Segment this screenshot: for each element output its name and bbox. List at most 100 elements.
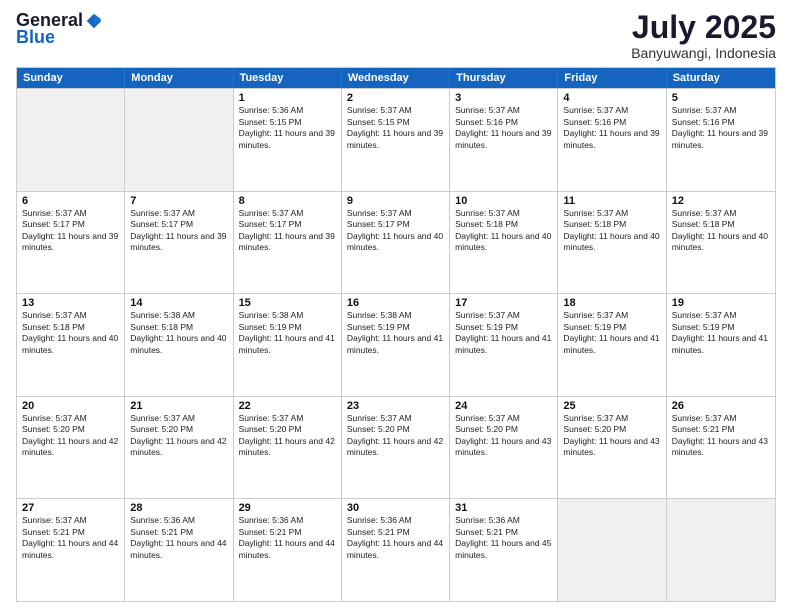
calendar-row: 13Sunrise: 5:37 AM Sunset: 5:18 PM Dayli… bbox=[17, 293, 775, 396]
cell-info: Sunrise: 5:37 AM Sunset: 5:18 PM Dayligh… bbox=[455, 208, 552, 254]
cell-info: Sunrise: 5:37 AM Sunset: 5:16 PM Dayligh… bbox=[672, 105, 770, 151]
cell-info: Sunrise: 5:37 AM Sunset: 5:17 PM Dayligh… bbox=[239, 208, 336, 254]
cell-info: Sunrise: 5:37 AM Sunset: 5:20 PM Dayligh… bbox=[455, 413, 552, 459]
calendar-cell: 14Sunrise: 5:38 AM Sunset: 5:18 PM Dayli… bbox=[125, 294, 233, 396]
logo: General Blue bbox=[16, 10, 103, 48]
cell-info: Sunrise: 5:37 AM Sunset: 5:20 PM Dayligh… bbox=[563, 413, 660, 459]
day-number: 22 bbox=[239, 400, 336, 412]
day-number: 15 bbox=[239, 297, 336, 309]
day-number: 16 bbox=[347, 297, 444, 309]
calendar-cell: 19Sunrise: 5:37 AM Sunset: 5:19 PM Dayli… bbox=[667, 294, 775, 396]
day-number: 29 bbox=[239, 502, 336, 514]
calendar-cell bbox=[17, 89, 125, 191]
calendar-row: 1Sunrise: 5:36 AM Sunset: 5:15 PM Daylig… bbox=[17, 88, 775, 191]
cell-info: Sunrise: 5:37 AM Sunset: 5:18 PM Dayligh… bbox=[22, 310, 119, 356]
calendar-cell: 2Sunrise: 5:37 AM Sunset: 5:15 PM Daylig… bbox=[342, 89, 450, 191]
calendar-cell: 30Sunrise: 5:36 AM Sunset: 5:21 PM Dayli… bbox=[342, 499, 450, 601]
calendar-cell: 16Sunrise: 5:38 AM Sunset: 5:19 PM Dayli… bbox=[342, 294, 450, 396]
calendar-cell: 8Sunrise: 5:37 AM Sunset: 5:17 PM Daylig… bbox=[234, 192, 342, 294]
day-number: 26 bbox=[672, 400, 770, 412]
calendar-row: 27Sunrise: 5:37 AM Sunset: 5:21 PM Dayli… bbox=[17, 498, 775, 601]
page: General Blue July 2025 Banyuwangi, Indon… bbox=[0, 0, 792, 612]
day-number: 12 bbox=[672, 195, 770, 207]
day-number: 21 bbox=[130, 400, 227, 412]
cell-info: Sunrise: 5:37 AM Sunset: 5:19 PM Dayligh… bbox=[563, 310, 660, 356]
cell-info: Sunrise: 5:37 AM Sunset: 5:20 PM Dayligh… bbox=[347, 413, 444, 459]
calendar-header-cell: Friday bbox=[558, 68, 666, 88]
calendar-cell: 3Sunrise: 5:37 AM Sunset: 5:16 PM Daylig… bbox=[450, 89, 558, 191]
day-number: 3 bbox=[455, 92, 552, 104]
day-number: 27 bbox=[22, 502, 119, 514]
day-number: 19 bbox=[672, 297, 770, 309]
calendar-cell: 1Sunrise: 5:36 AM Sunset: 5:15 PM Daylig… bbox=[234, 89, 342, 191]
calendar-cell: 28Sunrise: 5:36 AM Sunset: 5:21 PM Dayli… bbox=[125, 499, 233, 601]
calendar-header-cell: Sunday bbox=[17, 68, 125, 88]
cell-info: Sunrise: 5:37 AM Sunset: 5:19 PM Dayligh… bbox=[455, 310, 552, 356]
location: Banyuwangi, Indonesia bbox=[631, 45, 776, 61]
calendar-header-cell: Saturday bbox=[667, 68, 775, 88]
calendar-cell: 10Sunrise: 5:37 AM Sunset: 5:18 PM Dayli… bbox=[450, 192, 558, 294]
calendar-cell: 21Sunrise: 5:37 AM Sunset: 5:20 PM Dayli… bbox=[125, 397, 233, 499]
day-number: 23 bbox=[347, 400, 444, 412]
day-number: 28 bbox=[130, 502, 227, 514]
calendar-header-cell: Monday bbox=[125, 68, 233, 88]
cell-info: Sunrise: 5:37 AM Sunset: 5:18 PM Dayligh… bbox=[563, 208, 660, 254]
cell-info: Sunrise: 5:37 AM Sunset: 5:21 PM Dayligh… bbox=[22, 515, 119, 561]
calendar-cell: 20Sunrise: 5:37 AM Sunset: 5:20 PM Dayli… bbox=[17, 397, 125, 499]
day-number: 17 bbox=[455, 297, 552, 309]
cell-info: Sunrise: 5:37 AM Sunset: 5:17 PM Dayligh… bbox=[347, 208, 444, 254]
day-number: 14 bbox=[130, 297, 227, 309]
calendar-cell: 26Sunrise: 5:37 AM Sunset: 5:21 PM Dayli… bbox=[667, 397, 775, 499]
header: General Blue July 2025 Banyuwangi, Indon… bbox=[16, 10, 776, 61]
calendar-cell bbox=[667, 499, 775, 601]
day-number: 25 bbox=[563, 400, 660, 412]
calendar-cell: 4Sunrise: 5:37 AM Sunset: 5:16 PM Daylig… bbox=[558, 89, 666, 191]
day-number: 30 bbox=[347, 502, 444, 514]
day-number: 8 bbox=[239, 195, 336, 207]
day-number: 9 bbox=[347, 195, 444, 207]
calendar-cell: 24Sunrise: 5:37 AM Sunset: 5:20 PM Dayli… bbox=[450, 397, 558, 499]
cell-info: Sunrise: 5:36 AM Sunset: 5:21 PM Dayligh… bbox=[347, 515, 444, 561]
cell-info: Sunrise: 5:37 AM Sunset: 5:16 PM Dayligh… bbox=[455, 105, 552, 151]
day-number: 2 bbox=[347, 92, 444, 104]
calendar-header-cell: Tuesday bbox=[234, 68, 342, 88]
calendar-cell: 6Sunrise: 5:37 AM Sunset: 5:17 PM Daylig… bbox=[17, 192, 125, 294]
calendar-row: 6Sunrise: 5:37 AM Sunset: 5:17 PM Daylig… bbox=[17, 191, 775, 294]
day-number: 20 bbox=[22, 400, 119, 412]
calendar-cell bbox=[558, 499, 666, 601]
calendar-cell: 27Sunrise: 5:37 AM Sunset: 5:21 PM Dayli… bbox=[17, 499, 125, 601]
calendar-body: 1Sunrise: 5:36 AM Sunset: 5:15 PM Daylig… bbox=[17, 88, 775, 601]
day-number: 7 bbox=[130, 195, 227, 207]
cell-info: Sunrise: 5:37 AM Sunset: 5:21 PM Dayligh… bbox=[672, 413, 770, 459]
title-block: July 2025 Banyuwangi, Indonesia bbox=[631, 10, 776, 61]
calendar-row: 20 Sunrise: 5:37 AM Sunset: 5:20 PM Dayli… bbox=[17, 396, 775, 499]
cell-info: Sunrise: 5:37 AM Sunset: 5:20 PM Dayligh… bbox=[130, 413, 227, 459]
cell-info: Sunrise: 5:38 AM Sunset: 5:18 PM Dayligh… bbox=[130, 310, 227, 356]
calendar-cell: 22Sunrise: 5:37 AM Sunset: 5:20 PM Dayli… bbox=[234, 397, 342, 499]
calendar-cell: 31Sunrise: 5:36 AM Sunset: 5:21 PM Dayli… bbox=[450, 499, 558, 601]
cell-info: Sunrise: 5:37 AM Sunset: 5:17 PM Dayligh… bbox=[22, 208, 119, 254]
calendar: SundayMondayTuesdayWednesdayThursdayFrid… bbox=[16, 67, 776, 602]
cell-info: Sunrise: 5:38 AM Sunset: 5:19 PM Dayligh… bbox=[347, 310, 444, 356]
day-number: 18 bbox=[563, 297, 660, 309]
cell-info: Sunrise: 5:37 AM Sunset: 5:20 PM Dayligh… bbox=[239, 413, 336, 459]
logo-icon bbox=[85, 12, 103, 30]
day-number: 31 bbox=[455, 502, 552, 514]
day-number: 13 bbox=[22, 297, 119, 309]
calendar-cell: 17Sunrise: 5:37 AM Sunset: 5:19 PM Dayli… bbox=[450, 294, 558, 396]
day-number: 10 bbox=[455, 195, 552, 207]
logo-blue: Blue bbox=[16, 27, 55, 48]
cell-info: Sunrise: 5:37 AM Sunset: 5:17 PM Dayligh… bbox=[130, 208, 227, 254]
day-number: 1 bbox=[239, 92, 336, 104]
day-number: 4 bbox=[563, 92, 660, 104]
calendar-cell: 25Sunrise: 5:37 AM Sunset: 5:20 PM Dayli… bbox=[558, 397, 666, 499]
day-number: 24 bbox=[455, 400, 552, 412]
calendar-cell: 12Sunrise: 5:37 AM Sunset: 5:18 PM Dayli… bbox=[667, 192, 775, 294]
calendar-header-row: SundayMondayTuesdayWednesdayThursdayFrid… bbox=[17, 68, 775, 88]
calendar-cell: 5Sunrise: 5:37 AM Sunset: 5:16 PM Daylig… bbox=[667, 89, 775, 191]
calendar-cell: 7Sunrise: 5:37 AM Sunset: 5:17 PM Daylig… bbox=[125, 192, 233, 294]
month-year: July 2025 bbox=[631, 10, 776, 45]
day-number: 6 bbox=[22, 195, 119, 207]
calendar-cell: 23Sunrise: 5:37 AM Sunset: 5:20 PM Dayli… bbox=[342, 397, 450, 499]
cell-info: Sunrise: 5:38 AM Sunset: 5:19 PM Dayligh… bbox=[239, 310, 336, 356]
